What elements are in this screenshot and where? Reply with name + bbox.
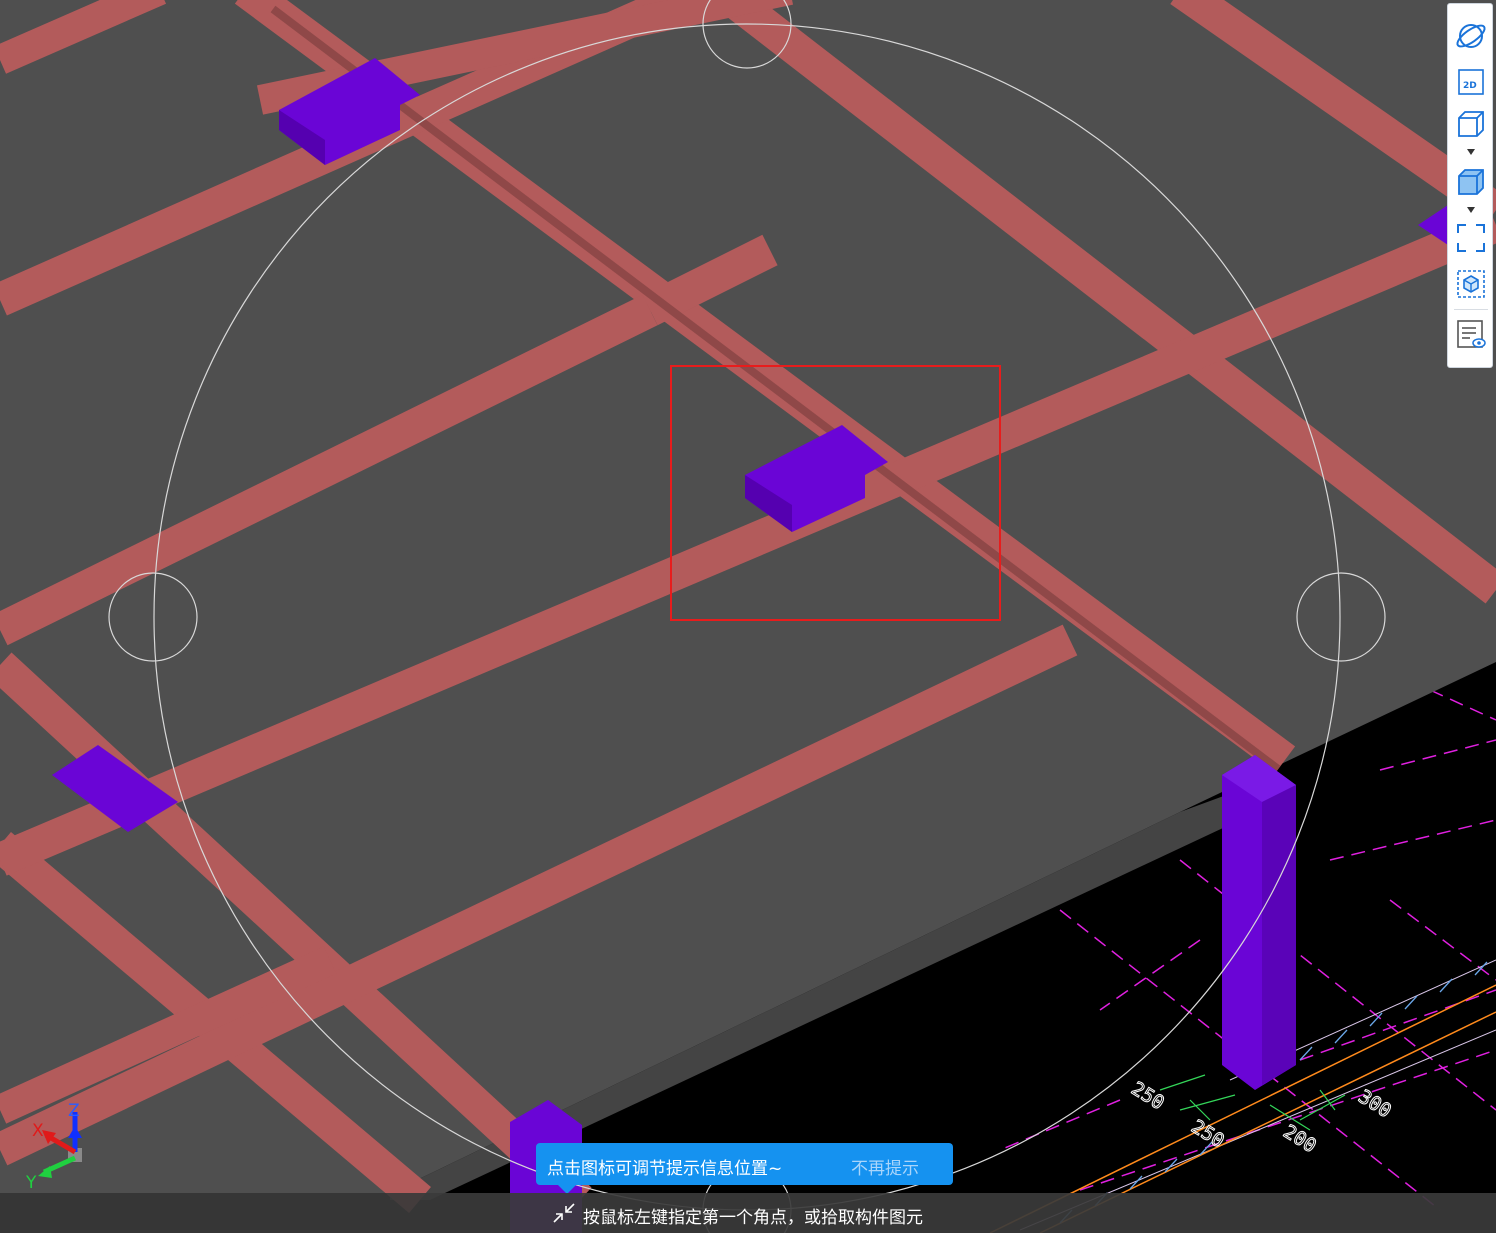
view-2d-label: 2D (1463, 81, 1477, 91)
orbit-icon (1456, 24, 1486, 48)
properties-view-icon (1457, 320, 1486, 348)
z-axis-label: Z (68, 1101, 80, 1121)
status-prompt: 按鼠标左键指定第一个角点，或拾取构件图元 (583, 1208, 923, 1228)
chevron-down-icon (1467, 207, 1475, 213)
orbit-button[interactable] (1453, 18, 1489, 54)
view-toolbar: 2D (1447, 3, 1493, 368)
view-3d-wireframe-dropdown[interactable] (1466, 148, 1476, 156)
toolbar-separator (1454, 309, 1488, 310)
fit-view-icon (1457, 224, 1485, 252)
view-2d-button[interactable]: 2D (1453, 64, 1489, 100)
hint-tooltip-message: 点击图标可调节提示信息位置~ (547, 1159, 783, 1179)
view-3d-wireframe-button[interactable] (1453, 106, 1489, 142)
view-3d-solid-button[interactable] (1453, 164, 1489, 200)
view-2d-icon: 2D (1458, 69, 1484, 95)
collapse-arrows-icon[interactable] (552, 1202, 576, 1224)
y-axis-label: Y (25, 1173, 37, 1193)
component-view-icon (1457, 270, 1485, 298)
properties-view-button[interactable] (1453, 316, 1489, 352)
3d-model-viewport[interactable]: 250 250 200 300 Z X Y 2D 点击图标可调节提示信息位置~ … (0, 0, 1496, 1233)
view-3d-solid-dropdown[interactable] (1466, 206, 1476, 214)
x-axis-label: X (32, 1121, 44, 1141)
dont-show-again-link[interactable]: 不再提示 (851, 1154, 919, 1179)
model-scene[interactable]: 250 250 200 300 (0, 0, 1496, 1233)
chevron-down-icon (1467, 149, 1475, 155)
view-3d-solid-icon (1458, 169, 1484, 195)
status-bar: 按鼠标左键指定第一个角点，或拾取构件图元 (0, 1193, 1496, 1233)
hint-tooltip[interactable]: 点击图标可调节提示信息位置~ 不再提示 (536, 1143, 953, 1194)
axis-triad: Z X Y (25, 1101, 82, 1193)
fit-view-button[interactable] (1453, 220, 1489, 256)
view-3d-wireframe-icon (1458, 111, 1484, 137)
component-view-button[interactable] (1453, 266, 1489, 302)
